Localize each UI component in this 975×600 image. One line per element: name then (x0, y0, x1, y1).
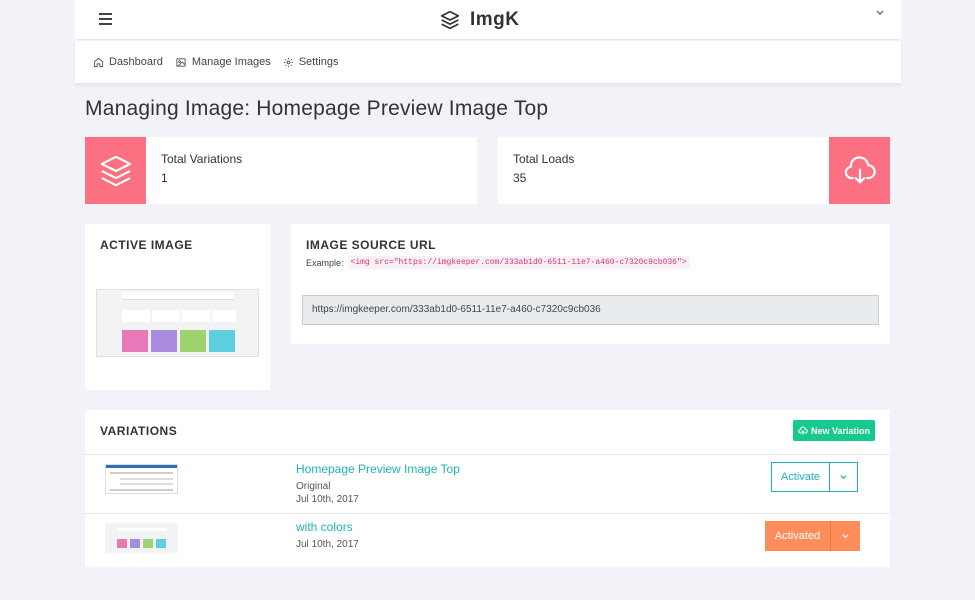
top-bar: ImgK (75, 0, 901, 40)
example-label: Example: (306, 257, 344, 268)
activated-button[interactable]: Activated (765, 521, 830, 551)
activated-button-group: Activated (765, 521, 860, 551)
stat-label: Total Variations (161, 152, 243, 166)
cloud-upload-icon (798, 426, 808, 435)
row-options-dropdown[interactable] (829, 462, 858, 492)
stat-icon-box (85, 137, 146, 204)
chevron-down-icon (840, 474, 847, 479)
stat-card-loads: Total Loads 35 (498, 137, 890, 204)
variation-name[interactable]: with colors (296, 520, 353, 534)
image-icon (176, 57, 186, 67)
new-variation-label: New Variation (810, 425, 870, 436)
stat-value: 1 (161, 171, 168, 185)
active-image-panel: ACTIVE IMAGE (85, 224, 270, 390)
variation-thumbnail[interactable] (105, 464, 178, 494)
image-source-title: IMAGE SOURCE URL (306, 238, 437, 252)
variation-row: with colors Jul 10th, 2017 Activated (85, 513, 890, 567)
menu-icon[interactable] (99, 13, 112, 25)
variation-name[interactable]: Homepage Preview Image Top (296, 462, 460, 476)
chevron-down-icon (842, 533, 849, 538)
image-source-panel: IMAGE SOURCE URL Example: <img src="http… (291, 224, 890, 344)
variation-row: Homepage Preview Image Top Original Jul … (85, 454, 890, 513)
active-image-title: ACTIVE IMAGE (100, 238, 193, 252)
brand-name: ImgK (470, 9, 520, 30)
activate-button-group: Activate (771, 462, 858, 492)
stat-value: 35 (513, 171, 527, 185)
nav-label: Dashboard (109, 56, 163, 68)
page-title: Managing Image: Homepage Preview Image T… (85, 97, 549, 120)
variation-tag: Original (296, 481, 331, 492)
nav-item-dashboard[interactable]: Dashboard (93, 56, 163, 68)
stat-icon-box (829, 137, 890, 204)
stat-label: Total Loads (513, 152, 575, 166)
active-image-preview[interactable] (96, 289, 259, 357)
variation-thumbnail[interactable] (105, 523, 178, 553)
variation-date: Jul 10th, 2017 (296, 539, 359, 550)
variation-date: Jul 10th, 2017 (296, 494, 359, 505)
gear-icon (283, 57, 293, 67)
activate-button[interactable]: Activate (771, 462, 830, 492)
nav-label: Manage Images (191, 56, 271, 68)
new-variation-button[interactable]: New Variation (792, 420, 875, 441)
layers-icon (100, 155, 131, 186)
brand[interactable]: ImgK (440, 9, 520, 31)
variations-panel: VARIATIONS New Variation Homepage Previe… (85, 410, 890, 567)
home-icon (93, 57, 104, 67)
chevron-down-icon[interactable] (875, 8, 885, 18)
embed-example: Example: <img src="https://imgkeeper.com… (306, 256, 690, 269)
nav-item-settings[interactable]: Settings (283, 56, 339, 68)
source-url-field[interactable]: https://imgkeeper.com/333ab1d0-6511-11e7… (302, 295, 879, 325)
stat-card-variations: Total Variations 1 (85, 137, 477, 204)
example-code[interactable]: <img src="https://imgkeeper.com/333ab1d0… (347, 256, 690, 269)
nav-bar: Dashboard Manage Images Settings (75, 41, 901, 83)
variations-title: VARIATIONS (100, 424, 178, 438)
nav-label: Settings (298, 56, 339, 68)
layers-logo-icon (440, 10, 460, 30)
cloud-download-icon (844, 155, 876, 183)
nav-item-manage-images[interactable]: Manage Images (175, 56, 271, 68)
row-options-dropdown[interactable] (830, 521, 860, 551)
